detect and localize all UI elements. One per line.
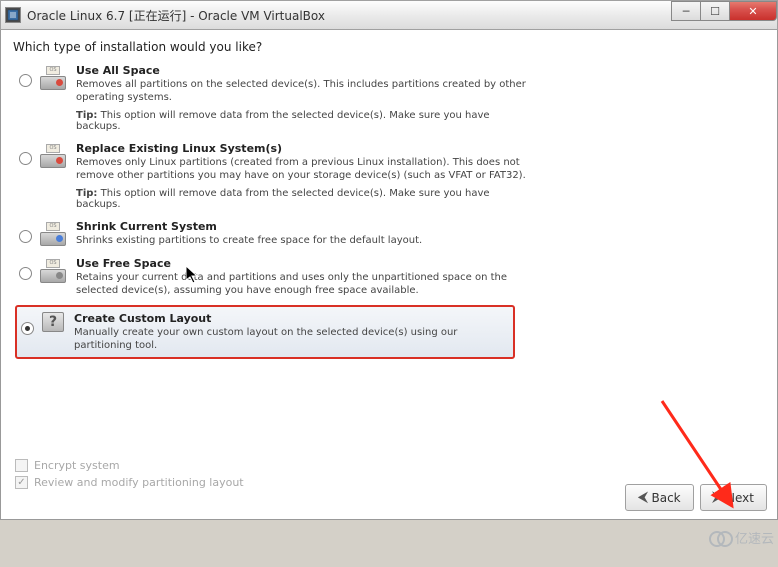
option-tip: Tip: This option will remove data from t… bbox=[76, 110, 536, 132]
option-custom-layout[interactable]: ? Create Custom Layout Manually create y… bbox=[15, 305, 515, 359]
maximize-button[interactable]: ☐ bbox=[700, 1, 730, 21]
review-layout-row: ✓ Review and modify partitioning layout bbox=[15, 476, 244, 489]
option-text: Create Custom Layout Manually create you… bbox=[74, 312, 509, 352]
option-title: Use Free Space bbox=[76, 257, 536, 270]
disk-icon: OS bbox=[40, 144, 66, 168]
disk-icon: OS bbox=[40, 222, 66, 246]
encrypt-checkbox[interactable] bbox=[15, 459, 28, 472]
option-text: Replace Existing Linux System(s) Removes… bbox=[76, 142, 536, 210]
option-title: Create Custom Layout bbox=[74, 312, 509, 325]
radio-use-all-space[interactable] bbox=[19, 74, 32, 87]
review-label: Review and modify partitioning layout bbox=[34, 476, 244, 489]
option-shrink[interactable]: OS Shrink Current System Shrinks existin… bbox=[15, 218, 769, 253]
disk-icon: OS bbox=[40, 66, 66, 90]
radio-custom-layout[interactable] bbox=[21, 322, 34, 335]
option-desc: Retains your current data and partitions… bbox=[76, 271, 536, 297]
option-title: Use All Space bbox=[76, 64, 536, 77]
back-button[interactable]: ⮜ Back bbox=[625, 484, 693, 511]
option-text: Use All Space Removes all partitions on … bbox=[76, 64, 536, 132]
watermark-text: 亿速云 bbox=[735, 528, 774, 547]
option-desc: Shrinks existing partitions to create fr… bbox=[76, 234, 536, 247]
install-type-prompt: Which type of installation would you lik… bbox=[9, 40, 769, 54]
option-use-free-space[interactable]: OS Use Free Space Retains your current d… bbox=[15, 255, 769, 303]
watermark: 亿速云 bbox=[709, 528, 774, 547]
option-tip: Tip: This option will remove data from t… bbox=[76, 188, 536, 210]
installer-content: Which type of installation would you lik… bbox=[0, 30, 778, 520]
option-desc: Removes only Linux partitions (created f… bbox=[76, 156, 536, 182]
wizard-nav: ⮜ Back ⮞ Next bbox=[625, 484, 767, 511]
radio-use-free-space[interactable] bbox=[19, 267, 32, 280]
option-title: Replace Existing Linux System(s) bbox=[76, 142, 536, 155]
minimize-button[interactable]: ─ bbox=[671, 1, 701, 21]
option-desc: Manually create your own custom layout o… bbox=[74, 326, 509, 352]
window-controls: ─ ☐ ✕ bbox=[672, 1, 777, 21]
radio-shrink[interactable] bbox=[19, 230, 32, 243]
install-checkboxes: Encrypt system ✓ Review and modify parti… bbox=[15, 459, 244, 493]
option-desc: Removes all partitions on the selected d… bbox=[76, 78, 536, 104]
option-use-all-space[interactable]: OS Use All Space Removes all partitions … bbox=[15, 62, 769, 138]
option-text: Use Free Space Retains your current data… bbox=[76, 257, 536, 297]
review-checkbox[interactable]: ✓ bbox=[15, 476, 28, 489]
encrypt-label: Encrypt system bbox=[34, 459, 120, 472]
radio-replace-linux[interactable] bbox=[19, 152, 32, 165]
window-title: Oracle Linux 6.7 [正在运行] - Oracle VM Virt… bbox=[27, 7, 325, 24]
watermark-cloud-icon bbox=[709, 531, 731, 545]
disk-icon: OS bbox=[40, 259, 66, 283]
close-button[interactable]: ✕ bbox=[729, 1, 777, 21]
virtualbox-icon bbox=[5, 7, 21, 23]
option-text: Shrink Current System Shrinks existing p… bbox=[76, 220, 536, 247]
option-replace-linux[interactable]: OS Replace Existing Linux System(s) Remo… bbox=[15, 140, 769, 216]
arrow-right-icon: ⮞ bbox=[713, 490, 722, 505]
encrypt-system-row: Encrypt system bbox=[15, 459, 244, 472]
window-titlebar: Oracle Linux 6.7 [正在运行] - Oracle VM Virt… bbox=[0, 0, 778, 30]
question-mark-icon: ? bbox=[42, 312, 64, 332]
option-title: Shrink Current System bbox=[76, 220, 536, 233]
arrow-left-icon: ⮜ bbox=[638, 490, 647, 505]
next-button[interactable]: ⮞ Next bbox=[700, 484, 767, 511]
install-options: OS Use All Space Removes all partitions … bbox=[9, 62, 769, 359]
